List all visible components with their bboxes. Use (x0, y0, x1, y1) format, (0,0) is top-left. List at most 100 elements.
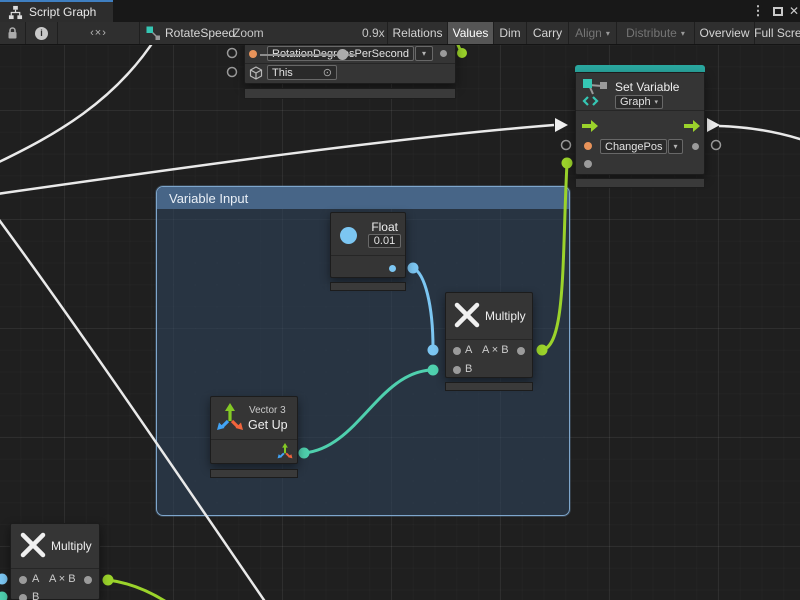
node-multiply-2[interactable]: Multiply A A × B B (10, 523, 100, 600)
object-picker-icon[interactable]: ⊙ (323, 66, 332, 79)
gameobject-cube-icon (249, 66, 263, 80)
port-b-dot[interactable] (453, 366, 461, 374)
caret-icon: ▾ (422, 49, 426, 58)
multiply-x-icon (454, 302, 480, 328)
port-a-label: A (32, 573, 39, 585)
multiply-title: Multiply (51, 539, 92, 553)
node-footer (575, 178, 705, 188)
port-b-dot[interactable] (19, 594, 27, 600)
control-input-arrow[interactable] (582, 120, 598, 132)
window-close-button[interactable]: ✕ (787, 0, 800, 22)
value-input-port-dot[interactable] (584, 160, 592, 168)
info-button[interactable]: i (26, 22, 58, 44)
wire-control-into-setvariable (0, 125, 554, 194)
node-float-literal[interactable]: Float 0.01 (330, 212, 406, 278)
node-get-up[interactable]: Vector 3 Get Up (210, 396, 298, 464)
port-a-dot[interactable] (453, 347, 461, 355)
variable-port-dot[interactable] (584, 142, 592, 150)
caret-icon: ▾ (681, 29, 685, 38)
variable-dropdown-caret[interactable]: ▾ (415, 46, 433, 61)
float-title: Float (371, 220, 398, 234)
lock-button[interactable] (0, 22, 26, 44)
tab-script-graph[interactable]: Script Graph (0, 0, 113, 22)
zoom-label: Zoom (233, 26, 264, 40)
dim-label: Dim (499, 26, 520, 40)
full-screen-label: Full Screen (754, 26, 800, 40)
variable-port-dot[interactable] (249, 50, 257, 58)
graph-breadcrumb-icon (146, 26, 160, 40)
carry-button[interactable]: Carry (526, 22, 568, 44)
align-label: Align (575, 26, 602, 40)
zoom-value: 0.9x (362, 26, 385, 40)
output-port-dot[interactable] (440, 50, 447, 57)
wire-arrowhead-in (555, 118, 568, 132)
window-maximize-button[interactable] (769, 0, 787, 22)
knob-green-getvariable-out[interactable] (457, 48, 467, 58)
toolbar: i ‹×› RotateSpeed Zoom 0.9x Relations Va… (0, 22, 800, 45)
knob-blue-multiply-a[interactable] (428, 345, 439, 356)
caret-icon: ▾ (673, 142, 677, 151)
multiply-x-icon (20, 532, 46, 558)
vector3-output-port-icon[interactable] (277, 443, 293, 459)
distribute-button: Distribute▾ (616, 22, 694, 44)
port-b-label: B (465, 363, 472, 375)
close-icon: ✕ (789, 4, 799, 18)
knob-hollow[interactable] (228, 49, 237, 58)
knob-green-setvariable-in[interactable] (562, 158, 573, 169)
port-b-label: B (32, 591, 39, 600)
set-variable-name-label: ChangePos (605, 141, 663, 153)
knob-teal-multiply-b[interactable] (428, 365, 439, 376)
target-object-field[interactable]: This ⊙ (267, 65, 337, 80)
wire-arrowhead-out (707, 118, 720, 132)
get-up-title: Get Up (248, 418, 288, 432)
float-value-field[interactable]: 0.01 (368, 234, 401, 248)
float-value: 0.01 (374, 235, 395, 247)
node-multiply[interactable]: Multiply A A × B B (445, 292, 533, 378)
caret-icon: ▾ (606, 29, 610, 38)
align-button: Align ▾ (568, 22, 616, 44)
knob-green-multiply-out[interactable] (537, 345, 548, 356)
node-footer (244, 88, 456, 99)
scope-label: Graph (620, 96, 651, 108)
knob-hollow[interactable] (712, 141, 721, 150)
menu-dots-icon: ⋮ (752, 3, 765, 19)
overview-button[interactable]: Overview (694, 22, 754, 44)
port-out-dot[interactable] (84, 576, 92, 584)
window-menu-button[interactable]: ⋮ (750, 0, 766, 22)
wire-control-topleft (0, 36, 157, 163)
set-variable-caret[interactable]: ▾ (668, 139, 683, 154)
knob-blue-float-out[interactable] (408, 263, 419, 274)
knob-hollow[interactable] (228, 68, 237, 77)
tab-label: Script Graph (29, 5, 96, 19)
overview-label: Overview (700, 26, 750, 40)
wire-green-bottom (108, 580, 168, 600)
output-port-dot[interactable] (692, 143, 699, 150)
node-footer (330, 282, 406, 291)
relations-label: Relations (392, 26, 442, 40)
float-output-port-dot[interactable] (389, 265, 396, 272)
zoom-slider-knob[interactable] (337, 49, 348, 60)
node-set-variable[interactable]: Set Variable Graph ▾ ChangePos ▾ (575, 72, 705, 175)
variable-scope-dropdown[interactable]: Graph ▾ (615, 95, 663, 109)
relations-button[interactable]: Relations (387, 22, 447, 44)
knob-teal-getup-out[interactable] (299, 448, 310, 459)
knob-blue-multiply2-a[interactable] (0, 574, 8, 585)
port-a-dot[interactable] (19, 576, 27, 584)
graph-hierarchy-icon (8, 5, 23, 20)
info-icon: i (35, 27, 48, 40)
multiply-title: Multiply (485, 309, 526, 323)
vector3-type-label: Vector 3 (249, 405, 286, 416)
knob-hollow[interactable] (562, 141, 571, 150)
code-preview-button[interactable]: ‹×› (58, 22, 140, 44)
port-a-label: A (465, 344, 472, 356)
dim-button[interactable]: Dim (493, 22, 526, 44)
full-screen-button[interactable]: Full Screen (754, 22, 800, 44)
knob-teal-multiply2-b[interactable] (0, 592, 8, 600)
knob-green-multiply2-out[interactable] (103, 575, 114, 586)
values-button[interactable]: Values (447, 22, 493, 44)
values-label: Values (453, 26, 489, 40)
port-out-dot[interactable] (517, 347, 525, 355)
control-output-arrow[interactable] (684, 120, 700, 132)
breadcrumb[interactable]: RotateSpeed (146, 22, 235, 44)
set-variable-name-dropdown[interactable]: ChangePos (600, 139, 667, 154)
